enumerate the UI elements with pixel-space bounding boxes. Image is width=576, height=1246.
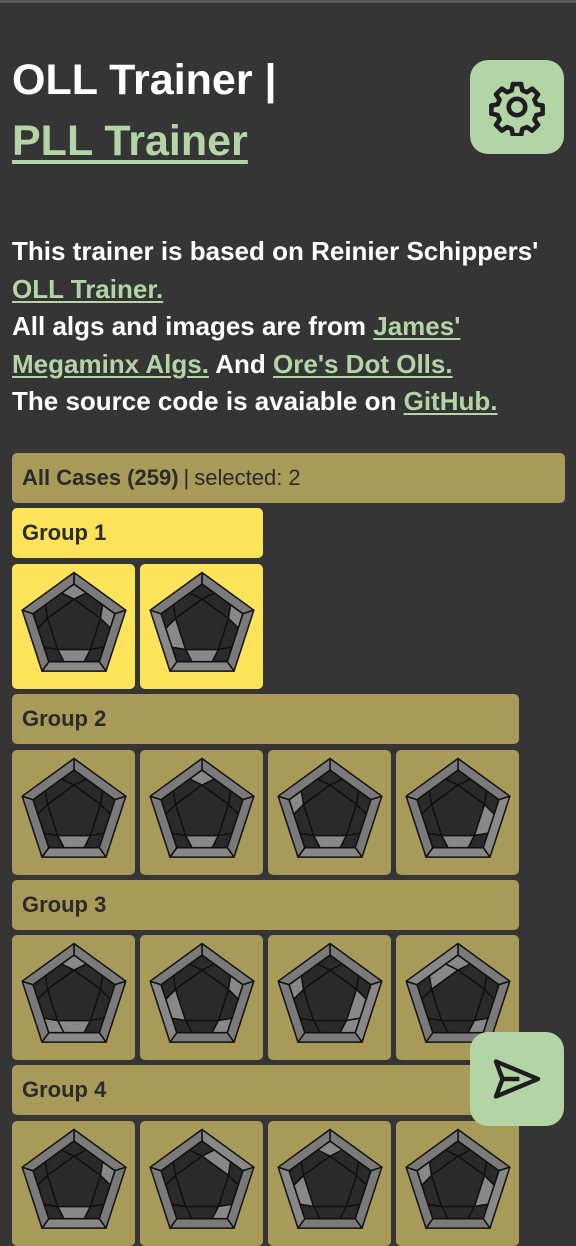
case-tile[interactable] xyxy=(140,750,263,875)
megaminx-case-diagram xyxy=(404,1128,511,1229)
case-tile[interactable] xyxy=(140,935,263,1060)
all-cases-label: All Cases (259) xyxy=(22,465,179,490)
intro-line1: This trainer is based on Reinier Schippe… xyxy=(12,236,539,266)
megaminx-case-diagram xyxy=(148,571,255,672)
megaminx-case-diagram xyxy=(276,757,383,858)
group-label: Group 3 xyxy=(22,892,107,917)
megaminx-case-diagram xyxy=(404,757,511,858)
group-2-header[interactable]: Group 2 xyxy=(12,694,519,744)
group-label: Group 4 xyxy=(22,1077,107,1102)
title-oll: OLL Trainer | xyxy=(12,56,277,104)
intro-line3: The source code is avaiable on xyxy=(12,386,397,416)
case-tile[interactable] xyxy=(268,1121,391,1246)
megaminx-case-diagram xyxy=(20,1128,127,1229)
send-icon xyxy=(493,1059,541,1099)
all-cases-bar[interactable]: All Cases (259) | selected: 2 xyxy=(12,453,565,503)
gear-icon xyxy=(489,81,545,136)
github-link[interactable]: GitHub. xyxy=(404,386,498,416)
megaminx-case-diagram xyxy=(20,757,127,858)
case-tile[interactable] xyxy=(268,750,391,875)
group-label: Group 2 xyxy=(22,706,107,731)
separator: | xyxy=(183,465,190,490)
case-tile[interactable] xyxy=(268,935,391,1060)
megaminx-case-diagram xyxy=(276,1128,383,1229)
case-tile[interactable] xyxy=(12,1121,135,1246)
case-tile[interactable] xyxy=(396,1121,519,1246)
case-tile[interactable] xyxy=(12,935,135,1060)
oll-trainer-link[interactable]: OLL Trainer. xyxy=(12,274,163,304)
case-tile[interactable] xyxy=(396,750,519,875)
selected-count: selected: 2 xyxy=(194,465,301,490)
group-4-header[interactable]: Group 4 xyxy=(12,1065,519,1115)
case-tile[interactable] xyxy=(140,1121,263,1246)
settings-button[interactable] xyxy=(470,60,564,154)
intro-text: This trainer is based on Reinier Schippe… xyxy=(12,233,564,421)
pll-trainer-link[interactable]: PLL Trainer xyxy=(12,117,248,165)
case-tile[interactable] xyxy=(140,564,263,689)
send-button[interactable] xyxy=(470,1032,564,1126)
megaminx-case-diagram xyxy=(20,571,127,672)
top-edge xyxy=(0,0,576,3)
page-title: OLL Trainer | PLL Trainer xyxy=(12,50,452,172)
group-1-header[interactable]: Group 1 xyxy=(12,508,263,558)
megaminx-case-diagram xyxy=(276,942,383,1043)
case-tile[interactable] xyxy=(12,750,135,875)
group-3-header[interactable]: Group 3 xyxy=(12,880,519,930)
group-label: Group 1 xyxy=(22,520,107,545)
megaminx-case-diagram xyxy=(148,757,255,858)
intro-and: And xyxy=(215,348,266,379)
ores-dot-olls-link[interactable]: Ore's Dot Olls. xyxy=(273,349,453,379)
megaminx-case-diagram xyxy=(148,1128,255,1229)
intro-line2: All algs and images are from xyxy=(12,311,367,341)
megaminx-case-diagram xyxy=(148,942,255,1043)
case-tile[interactable] xyxy=(12,564,135,689)
megaminx-case-diagram xyxy=(20,942,127,1043)
